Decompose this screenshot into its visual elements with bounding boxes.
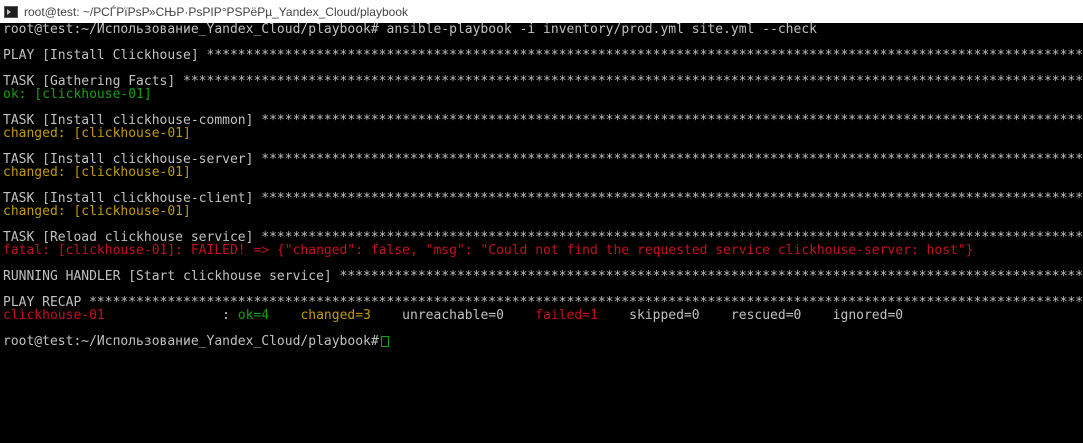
recap-separator: : bbox=[214, 309, 238, 322]
task-header: TASK [Gathering Facts] *****************… bbox=[3, 75, 1083, 88]
task-result-ok: ok: [clickhouse-01] bbox=[3, 88, 152, 101]
title-bar[interactable]: root@test: ~/РСЃРїРѕР»СЊР·РѕРІР°РЅРёРµ_Y… bbox=[0, 0, 1083, 23]
text-cursor[interactable] bbox=[380, 336, 389, 347]
window-title: root@test: ~/РСЃРїРѕР»СЊР·РѕРІР°РЅРёРµ_Y… bbox=[24, 4, 409, 19]
shell-prompt: root@test:~/Использование_Yandex_Cloud/p… bbox=[3, 335, 379, 348]
task-result-changed: changed: [clickhouse-01] bbox=[3, 166, 191, 179]
task-result-changed: changed: [clickhouse-01] bbox=[3, 205, 191, 218]
recap-ok: ok=4 bbox=[237, 309, 301, 322]
task-result-fatal: fatal: [clickhouse-01]: FAILED! => {"cha… bbox=[3, 244, 974, 257]
task-header: TASK [Install clickhouse-server] *******… bbox=[3, 153, 1083, 166]
command-line: root@test:~/Использование_Yandex_Cloud/p… bbox=[3, 23, 1083, 36]
task-header: TASK [Install clickhouse-common] *******… bbox=[3, 114, 1083, 127]
recap-rest: skipped=0 rescued=0 ignored=0 bbox=[629, 309, 904, 322]
play-header: PLAY [Install Clickhouse] **************… bbox=[3, 49, 1083, 62]
task-header: TASK [Install clickhouse-client] *******… bbox=[3, 192, 1083, 205]
terminal-icon bbox=[4, 5, 18, 18]
recap-unreachable: unreachable=0 bbox=[394, 309, 536, 322]
recap-row: clickhouse-01 : ok=4 changed=3 unreachab… bbox=[3, 309, 1083, 322]
terminal-console[interactable]: root@test:~/Использование_Yandex_Cloud/p… bbox=[3, 23, 1083, 443]
command-text: ansible-playbook -i inventory/prod.yml s… bbox=[378, 23, 817, 36]
task-header: TASK [Reload clickhouse service] *******… bbox=[3, 231, 1083, 244]
shell-prompt: root@test:~/Использование_Yandex_Cloud/p… bbox=[3, 23, 379, 36]
recap-changed: changed=3 bbox=[300, 309, 395, 322]
recap-host: clickhouse-01 bbox=[3, 309, 215, 322]
final-prompt-line[interactable]: root@test:~/Использование_Yandex_Cloud/p… bbox=[3, 335, 1083, 348]
task-result-changed: changed: [clickhouse-01] bbox=[3, 127, 191, 140]
terminal-window: root@test: ~/РСЃРїРѕР»СЊР·РѕРІР°РЅРёРµ_Y… bbox=[0, 0, 1083, 443]
handler-header: RUNNING HANDLER [Start clickhouse servic… bbox=[3, 270, 1083, 283]
recap-failed: failed=1 bbox=[535, 309, 630, 322]
recap-header: PLAY RECAP *****************************… bbox=[3, 296, 1083, 309]
